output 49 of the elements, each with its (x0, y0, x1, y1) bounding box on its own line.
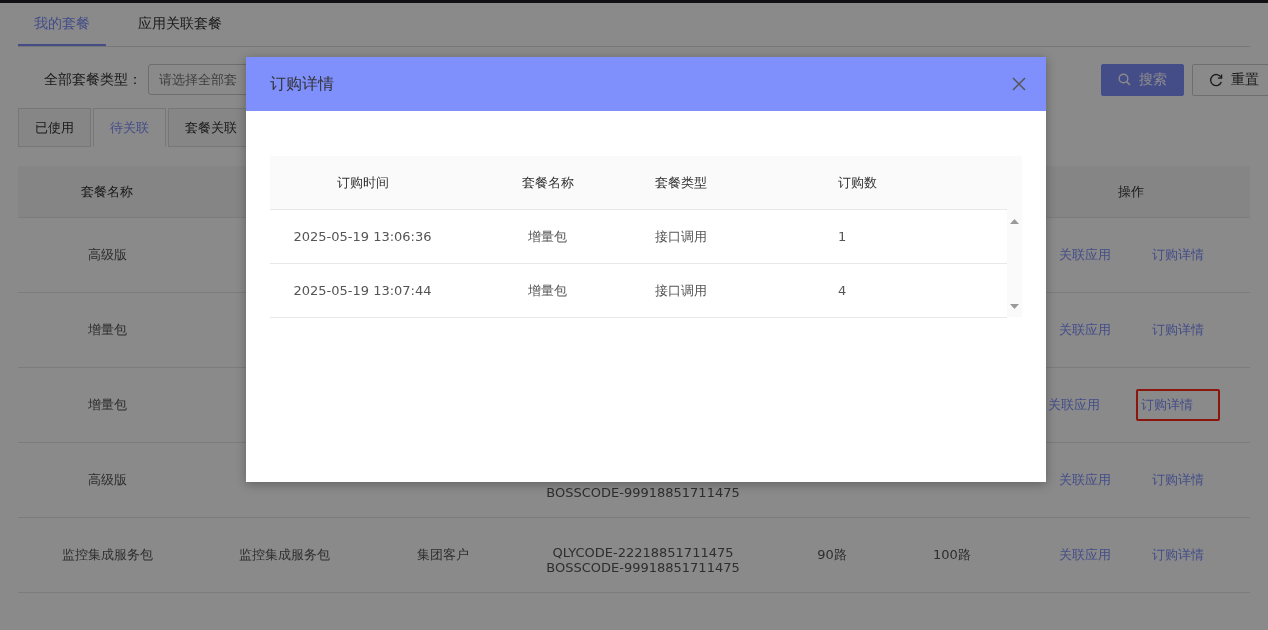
close-icon[interactable] (1012, 77, 1026, 91)
table-cell: 增量包 (528, 281, 567, 300)
table-cell: 接口调用 (655, 227, 707, 246)
table-cell: 集团客户 (417, 546, 469, 564)
table-cell: 增量包 (528, 227, 567, 246)
highlighted-link[interactable]: 订购详情 (1135, 389, 1220, 421)
table-cell: 增量包 (87, 321, 127, 339)
table-cell: 监控集成服务包 (61, 546, 153, 564)
action-link[interactable]: 关联应用 (1053, 239, 1116, 271)
column-header: 操作 (1118, 182, 1144, 201)
table-cell: 监控集成服务包 (238, 546, 330, 564)
table-cell: 2025-05-19 13:07:44 (293, 283, 432, 298)
table-cell: 90路 (817, 546, 847, 564)
search-button[interactable]: 搜索 (1101, 63, 1184, 96)
table-cell: 接口调用 (655, 281, 707, 300)
status-tab[interactable]: 已使用 (18, 108, 91, 147)
dialog-title: 订购详情 (270, 73, 334, 95)
column-header: 订购时间 (336, 173, 389, 192)
code-text: BOSSCODE-99918851711475 (546, 485, 740, 500)
column-header: 订购数 (838, 173, 877, 192)
page-tab[interactable]: 我的套餐 (18, 3, 106, 46)
refresh-icon (1209, 72, 1223, 87)
page-tab[interactable]: 应用关联套餐 (122, 3, 238, 46)
action-link[interactable]: 订购详情 (1146, 314, 1209, 346)
action-link[interactable]: 订购详情 (1146, 239, 1209, 271)
search-icon (1118, 73, 1131, 86)
action-link[interactable]: 关联应用 (1053, 539, 1116, 571)
action-link[interactable]: 订购详情 (1146, 464, 1209, 496)
action-link[interactable]: 订购详情 (1146, 539, 1209, 571)
column-header: 套餐类型 (655, 173, 707, 192)
action-link[interactable]: 关联应用 (1042, 389, 1105, 421)
reset-button[interactable]: 重置 (1192, 63, 1268, 96)
code-text: QLYCODE-22218851711475 (552, 545, 734, 560)
table-cell: 增量包 (87, 396, 127, 414)
table-cell: 高级版 (87, 471, 127, 489)
status-tab[interactable]: 待关联 (93, 108, 166, 147)
action-link[interactable]: 关联应用 (1053, 464, 1116, 496)
scrollbar[interactable] (1007, 209, 1022, 317)
scroll-down-icon[interactable] (1010, 304, 1019, 309)
code-text: BOSSCODE-99918851711475 (546, 560, 740, 575)
table-cell: 4 (838, 283, 847, 298)
action-link[interactable]: 关联应用 (1053, 314, 1116, 346)
table-cell: 100路 (933, 546, 971, 564)
table-cell: 高级版 (87, 246, 127, 264)
table-cell: 2025-05-19 13:06:36 (293, 229, 432, 244)
column-header: 套餐名称 (81, 182, 133, 201)
table-cell: 1 (838, 229, 847, 244)
column-header: 套餐名称 (521, 173, 574, 192)
filter-label: 全部套餐类型： (44, 70, 142, 89)
